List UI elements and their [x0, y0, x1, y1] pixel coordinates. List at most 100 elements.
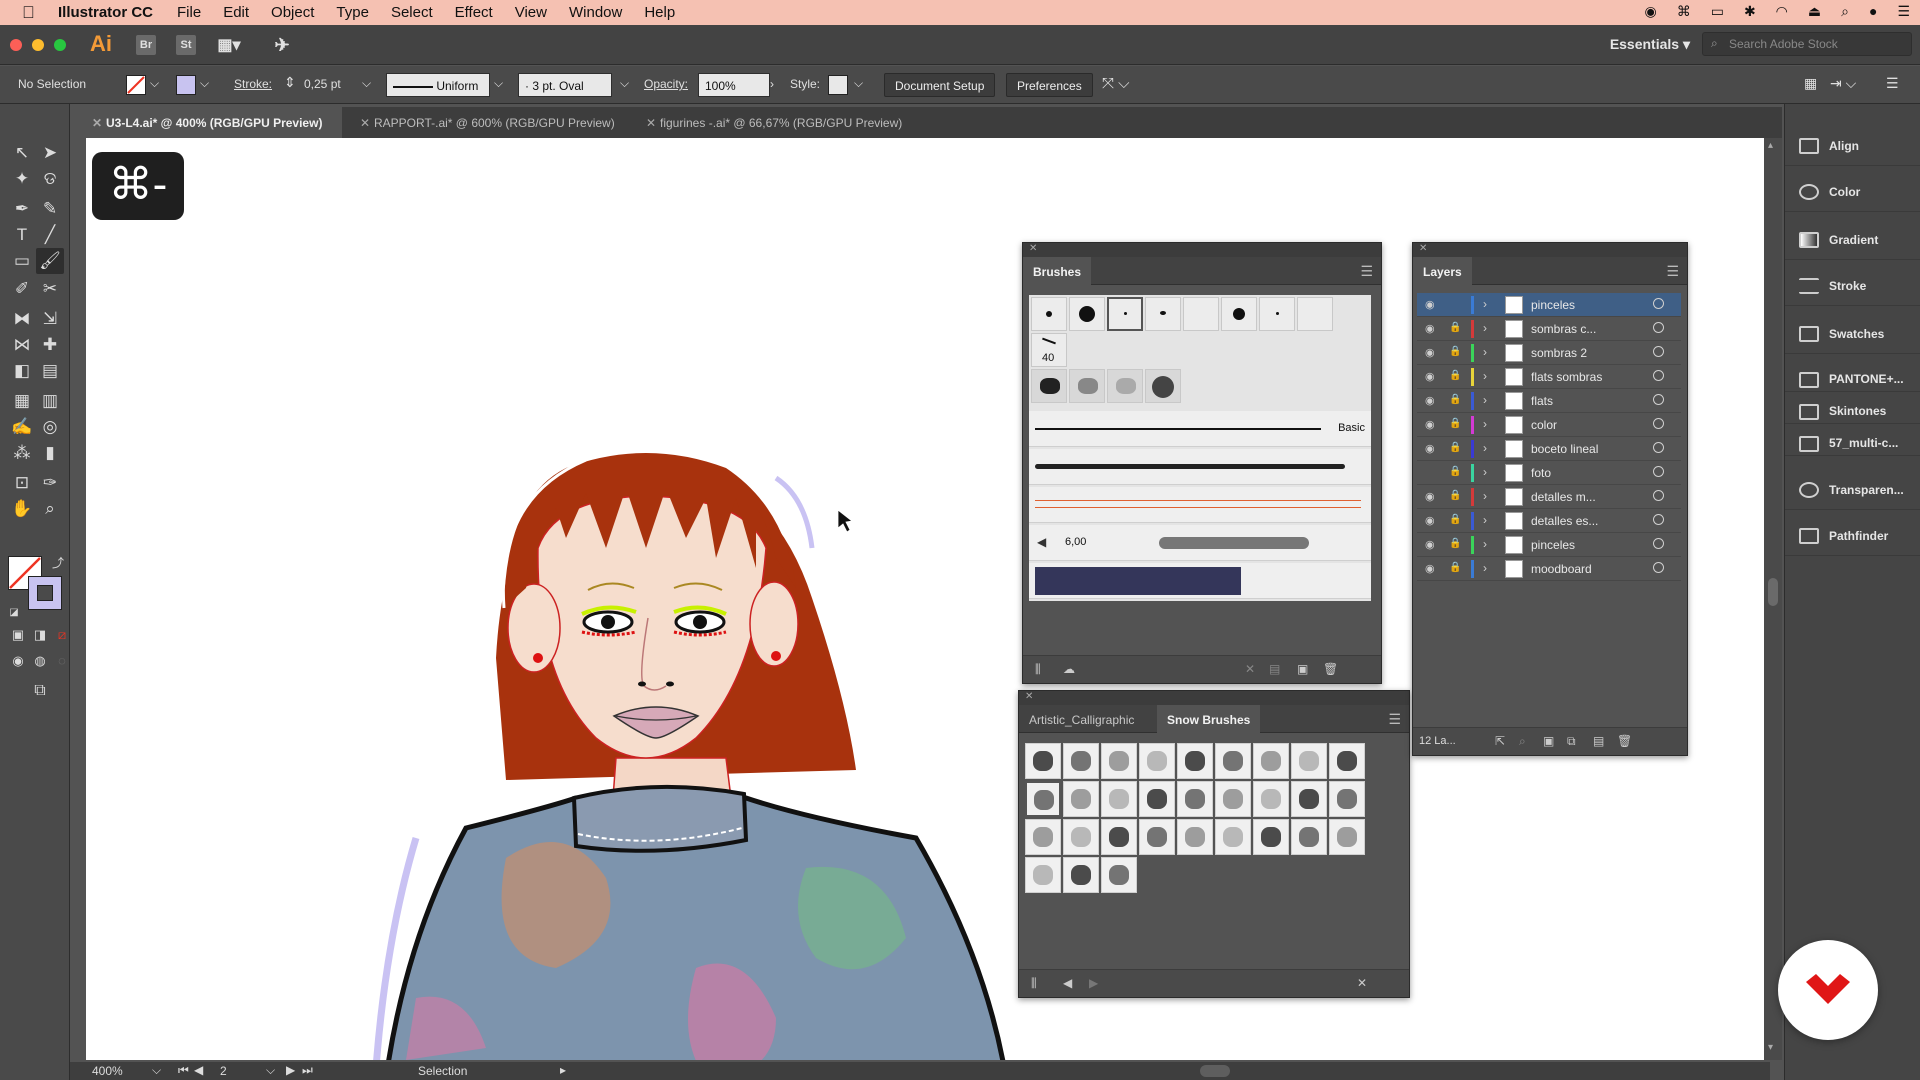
image-brush-row[interactable]	[1029, 563, 1371, 599]
style-dropdown-icon[interactable]: ⌵	[854, 76, 863, 91]
brush-libraries-icon[interactable]: ⫼	[1035, 662, 1041, 677]
brush-swatch[interactable]	[1259, 297, 1295, 331]
dock-gradient[interactable]: Gradient	[1785, 220, 1920, 260]
snow-brush-swatch[interactable]	[1177, 781, 1213, 817]
layer-row[interactable]: ◉ 🔒 › moodboard	[1417, 557, 1681, 581]
stroke-weight-value[interactable]: 0,25 pt	[304, 77, 341, 91]
dock-skintones[interactable]: Skintones	[1785, 392, 1920, 424]
expand-layer-icon[interactable]: ›	[1483, 369, 1487, 383]
layer-row[interactable]: ◉ 🔒 › sombras c...	[1417, 317, 1681, 341]
color-mode-icon[interactable]: ▣	[8, 622, 28, 648]
visibility-eye-icon[interactable]: ◉	[1425, 538, 1435, 551]
stroke-swatch[interactable]	[176, 75, 196, 95]
scatter-brush-swatch[interactable]	[1031, 369, 1067, 403]
snow-brush-swatch[interactable]	[1329, 819, 1365, 855]
arrange-documents-icon[interactable]: ▦▾	[214, 35, 244, 55]
scissors-tool-icon[interactable]: ✂	[36, 276, 64, 302]
layer-target-icon[interactable]	[1653, 418, 1664, 429]
layer-row[interactable]: 🔒 › foto	[1417, 461, 1681, 485]
artboard-dropdown-icon[interactable]: ⌵	[266, 1063, 275, 1078]
transform-icon[interactable]: ⤧ ⌵	[1102, 75, 1130, 92]
screen-mode-icon[interactable]: ⧉	[26, 678, 54, 704]
dock-transparency[interactable]: Transparen...	[1785, 470, 1920, 510]
snow-brush-swatch[interactable]	[1215, 743, 1251, 779]
menu-help[interactable]: Help	[644, 4, 675, 21]
opacity-arrow-icon[interactable]: ›	[770, 77, 774, 91]
close-tab-icon[interactable]: ✕	[646, 116, 656, 130]
panel-menu-icon[interactable]: ☰	[1360, 263, 1373, 280]
clipping-mask-icon[interactable]: ▣	[1543, 734, 1554, 748]
snow-brush-swatch[interactable]	[1177, 743, 1213, 779]
expand-layer-icon[interactable]: ›	[1483, 561, 1487, 575]
menu-file[interactable]: File	[177, 4, 201, 21]
close-tab-icon[interactable]: ✕	[92, 116, 102, 130]
width-tool-icon[interactable]: ⋈	[8, 332, 36, 358]
brush-definition-select[interactable]: · 3 pt. Oval	[518, 73, 612, 97]
align-options-icon[interactable]: ⇥ ⌵	[1830, 75, 1856, 92]
snow-brush-swatch[interactable]	[1215, 819, 1251, 855]
lock-icon[interactable]: 🔒	[1449, 322, 1461, 333]
zoom-tool-icon[interactable]: ⌕	[36, 496, 64, 522]
graphic-style-swatch[interactable]	[828, 75, 848, 95]
expand-layer-icon[interactable]: ›	[1483, 489, 1487, 503]
first-artboard-icon[interactable]: ⏮	[178, 1063, 189, 1078]
bridge-button[interactable]: Br	[136, 35, 156, 55]
opacity-label[interactable]: Opacity:	[644, 77, 688, 91]
layer-row[interactable]: ◉ 🔒 › flats sombras	[1417, 365, 1681, 389]
swap-colors-icon[interactable]: ⤴	[50, 550, 66, 576]
menu-effect[interactable]: Effect	[455, 4, 493, 21]
expand-layer-icon[interactable]: ›	[1483, 345, 1487, 359]
fill-swatch[interactable]	[126, 75, 146, 95]
artboard-tool-icon[interactable]: ⊡	[8, 470, 36, 496]
app-name-menu[interactable]: Illustrator CC	[58, 4, 153, 21]
lock-icon[interactable]: 🔒	[1449, 514, 1461, 525]
user-avatar-icon[interactable]: ●	[1869, 3, 1877, 20]
dock-align[interactable]: Align	[1785, 126, 1920, 166]
layer-name[interactable]: boceto lineal	[1531, 442, 1598, 456]
dock-color[interactable]: Color	[1785, 172, 1920, 212]
stroke-stepper-icon[interactable]: ⇕	[284, 74, 296, 91]
draw-inside-icon[interactable]: ◌	[52, 648, 72, 674]
libraries-panel-icon[interactable]: ☁	[1063, 662, 1075, 676]
snow-brush-swatch[interactable]	[1291, 781, 1327, 817]
gradient-mode-icon[interactable]: ◨	[30, 622, 50, 648]
gpu-rocket-icon[interactable]: ✈	[272, 35, 292, 55]
layer-row[interactable]: ◉ 🔒 › pinceles	[1417, 533, 1681, 557]
layer-row[interactable]: ◉ 🔒 › color	[1417, 413, 1681, 437]
panel-titlebar[interactable]: ✕	[1019, 691, 1409, 705]
brush-swatch[interactable]	[1221, 297, 1257, 331]
expand-layer-icon[interactable]: ›	[1483, 297, 1487, 311]
magic-wand-tool-icon[interactable]: ✦	[8, 166, 36, 192]
snow-brush-swatch[interactable]	[1253, 819, 1289, 855]
column-graph-tool-icon[interactable]: ▮	[36, 440, 64, 466]
snow-brush-swatch[interactable]	[1329, 743, 1365, 779]
panel-titlebar[interactable]: ✕	[1413, 243, 1687, 257]
close-panel-icon[interactable]: ✕	[1025, 691, 1033, 702]
new-sublayer-icon[interactable]: ⧉	[1567, 734, 1576, 749]
close-panel-icon[interactable]: ✕	[1029, 243, 1037, 254]
previous-library-icon[interactable]: ◀	[1063, 976, 1072, 990]
minimize-window-button[interactable]	[32, 39, 44, 51]
draw-behind-icon[interactable]: ◍	[30, 648, 50, 674]
dock-pathfinder[interactable]: Pathfinder	[1785, 516, 1920, 556]
tab-layers[interactable]: Layers	[1413, 257, 1472, 285]
expand-layer-icon[interactable]: ›	[1483, 513, 1487, 527]
stock-search-input[interactable]: ⌕ Search Adobe Stock	[1702, 32, 1912, 56]
panel-menu-icon[interactable]: ☰	[1666, 263, 1679, 280]
snow-brush-swatch[interactable]	[1063, 857, 1099, 893]
visibility-eye-icon[interactable]: ◉	[1425, 346, 1435, 359]
snow-brush-swatch[interactable]	[1101, 857, 1137, 893]
scatter-brush-swatch[interactable]	[1145, 369, 1181, 403]
arrange-panels-icon[interactable]: ▦	[1804, 75, 1817, 92]
visibility-eye-icon[interactable]: ◉	[1425, 514, 1435, 527]
hand-tool-icon[interactable]: ✋	[8, 496, 36, 522]
dock-stroke[interactable]: Stroke	[1785, 266, 1920, 306]
blend-tool-icon[interactable]: ◎	[36, 414, 64, 440]
paintbrush-tool-icon[interactable]: 🖌	[36, 248, 64, 274]
profile-dropdown-icon[interactable]: ⌵	[494, 76, 503, 91]
new-brush-icon[interactable]: ▣	[1297, 662, 1308, 676]
visibility-eye-icon[interactable]: ◉	[1425, 322, 1435, 335]
brush-swatch[interactable]	[1297, 297, 1333, 331]
lasso-tool-icon[interactable]: ଡ	[36, 166, 64, 192]
line-tool-icon[interactable]: ╱	[36, 222, 64, 248]
